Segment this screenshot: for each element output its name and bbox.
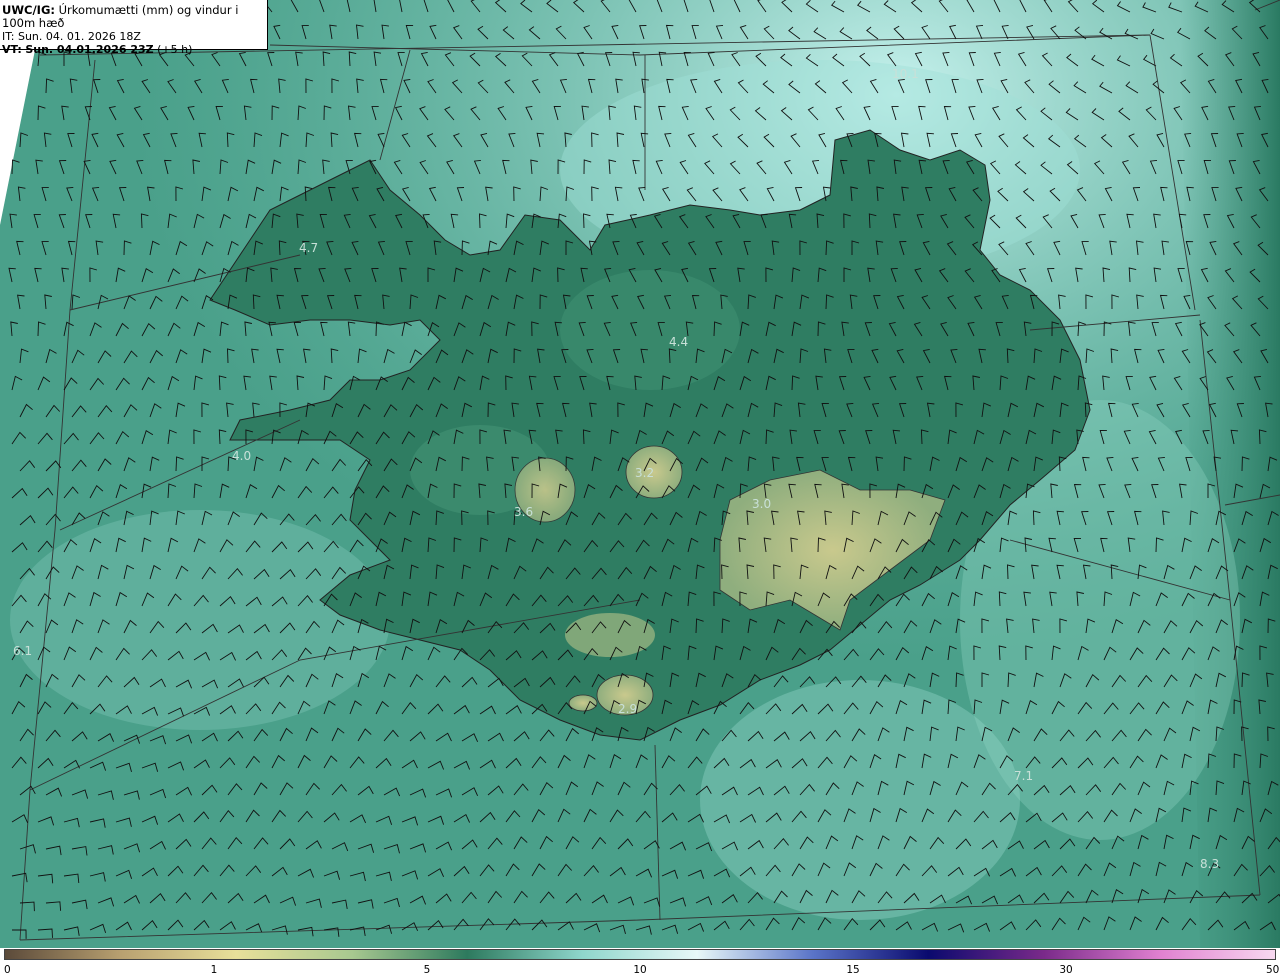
colorbar-tick-5: 5 bbox=[423, 964, 431, 976]
value-label-snaefellsnes: 4.0 bbox=[232, 449, 251, 463]
precipitable-water-map: 10.1 4.7 4.4 4.0 3.2 3.6 3.0 6.1 2.9 7.1… bbox=[0, 0, 1280, 948]
value-label-west-ocean: 6.1 bbox=[13, 644, 32, 658]
valid-time-label: VT: bbox=[2, 43, 22, 56]
init-time-label: IT: bbox=[2, 30, 15, 43]
value-label-north: 10.1 bbox=[892, 67, 919, 81]
colorbar-strip bbox=[4, 949, 1276, 960]
colorbar-tick-1: 1 bbox=[210, 964, 218, 976]
colorbar-tick-15: 15 bbox=[846, 964, 860, 976]
value-label-hofsjokull: 3.6 bbox=[514, 505, 533, 519]
valid-time: Sun. 04.01.2026 23Z bbox=[25, 43, 154, 56]
colorbar-tick-30: 30 bbox=[1059, 964, 1073, 976]
value-label-langjokull: 3.2 bbox=[635, 466, 654, 480]
colorbar: 0 1 5 10 15 30 50 bbox=[0, 948, 1280, 978]
init-time: Sun. 04. 01. 2026 18Z bbox=[17, 30, 141, 43]
colorbar-tick-10: 10 bbox=[633, 964, 647, 976]
value-label-far-southeast: 8.3 bbox=[1200, 857, 1219, 871]
highland-south bbox=[565, 613, 655, 657]
value-label-myrdalsjokull: 2.9 bbox=[618, 702, 637, 716]
value-label-north-central: 4.4 bbox=[669, 335, 688, 349]
value-label-southeast-ocean: 7.1 bbox=[1014, 769, 1033, 783]
map-header: UWC/IG: Úrkomumætti (mm) og vindur i 100… bbox=[0, 0, 268, 56]
value-label-vatnajokull: 3.0 bbox=[752, 497, 771, 511]
colorbar-tick-0: 0 bbox=[4, 964, 11, 976]
glacier-eyjafjallajokull bbox=[568, 694, 598, 712]
model-name: UWC/IG: bbox=[2, 3, 55, 17]
lead-time: (+5 h) bbox=[157, 43, 193, 56]
colorbar-tick-50: 50 bbox=[1266, 964, 1280, 976]
value-label-westfjords: 4.7 bbox=[299, 241, 318, 255]
